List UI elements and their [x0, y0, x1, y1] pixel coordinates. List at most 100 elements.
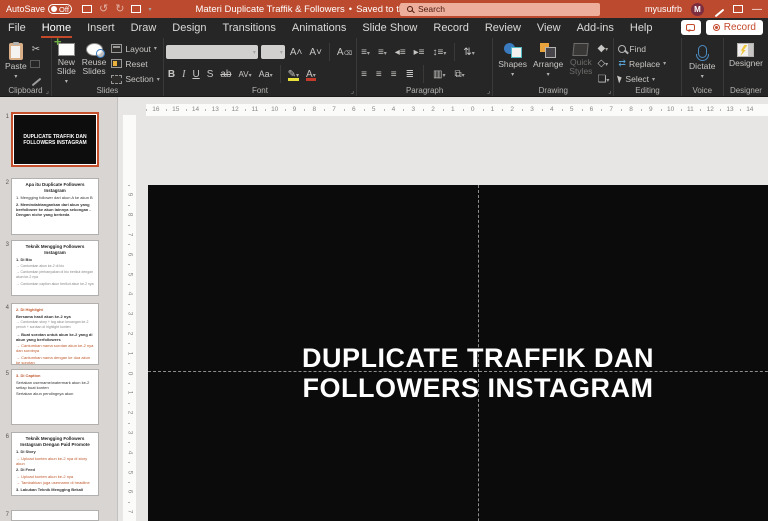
layout-button[interactable]: Layout ▾	[109, 42, 161, 56]
cut-icon[interactable]: ✂	[30, 44, 42, 55]
text-highlight-color-button[interactable]: ✎▾	[286, 69, 301, 80]
slide-thumbnail-5[interactable]: 3. Di CaptionSertakan username/watermark…	[11, 369, 99, 425]
drawing-dialog-launcher-icon[interactable]: ⌟	[608, 87, 611, 95]
slide-thumbnail-4[interactable]: 2. Di HighlightBersama hasil akun ke-2 n…	[11, 303, 99, 365]
font-name-combobox[interactable]: ▾	[166, 45, 258, 59]
dictate-button[interactable]: Dictate ▾	[686, 41, 718, 84]
strikethrough-button[interactable]: ab	[218, 69, 233, 80]
thumbnail-title: Teknik Mengging Followers Instagram	[16, 244, 94, 255]
line-spacing-button[interactable]: ↕≡▾	[431, 47, 449, 58]
new-slide-button[interactable]: New Slide ▾	[54, 41, 79, 89]
clipboard-dialog-launcher-icon[interactable]: ⌟	[46, 87, 49, 95]
redo-icon[interactable]: ↻	[115, 4, 124, 14]
undo-icon[interactable]: ↺	[99, 4, 108, 14]
minimize-button[interactable]: —	[752, 4, 762, 15]
slide-thumbnail-6[interactable]: Teknik Mengging Followers Instagram Deng…	[11, 432, 99, 496]
text-shadow-button[interactable]: S	[205, 69, 216, 80]
shape-effects-icon[interactable]: ❏▾	[595, 74, 611, 85]
search-input[interactable]: Search	[400, 3, 600, 16]
tab-slide-show[interactable]: Slide Show	[354, 18, 425, 38]
character-spacing-button[interactable]: AV▾	[237, 70, 254, 79]
customize-qat-chevron-icon[interactable]: ▾	[148, 6, 151, 13]
autosave-switch[interactable]: Off	[48, 4, 72, 14]
horizontal-ruler: 1615141312111098765432101234567891011121…	[146, 104, 768, 116]
numbering-button[interactable]: ≡▾	[376, 47, 389, 58]
shapes-chevron-icon: ▾	[511, 71, 514, 80]
replace-button[interactable]: ⇄ Replace ▾	[616, 57, 678, 71]
comments-button[interactable]	[681, 20, 701, 35]
decrease-indent-button[interactable]: ◂≡	[393, 47, 408, 58]
bold-button[interactable]: B	[166, 69, 177, 80]
tab-view[interactable]: View	[529, 18, 569, 38]
save-icon[interactable]	[82, 5, 92, 13]
italic-button[interactable]: I	[180, 69, 187, 80]
shape-outline-icon[interactable]: ◇▾	[595, 58, 611, 69]
quick-styles-button[interactable]: Quick Styles	[566, 41, 595, 78]
slide-canvas[interactable]: DUPLICATE TRAFFIK DAN FOLLOWERS INSTAGRA…	[148, 185, 768, 521]
tab-draw[interactable]: Draw	[123, 18, 165, 38]
underline-button[interactable]: U	[190, 69, 201, 80]
paragraph-dialog-launcher-icon[interactable]: ⌟	[487, 87, 490, 95]
tab-animations[interactable]: Animations	[284, 18, 354, 38]
replace-label: Replace	[629, 59, 660, 69]
paste-button[interactable]: Paste ▾	[2, 41, 30, 84]
tab-transitions[interactable]: Transitions	[215, 18, 284, 38]
align-center-button[interactable]: ≡	[374, 69, 384, 80]
tab-review[interactable]: Review	[477, 18, 529, 38]
tab-design[interactable]: Design	[164, 18, 214, 38]
font-dialog-launcher-icon[interactable]: ⌟	[351, 87, 354, 95]
avatar[interactable]: M	[691, 3, 704, 16]
ribbon-display-options-icon[interactable]	[733, 5, 743, 13]
align-left-button[interactable]: ≡	[359, 69, 369, 80]
autosave-toggle[interactable]: AutoSave Off	[6, 4, 72, 14]
change-case-button[interactable]: Aa▾	[257, 69, 275, 79]
tab-record[interactable]: Record	[425, 18, 476, 38]
layout-label: Layout	[125, 44, 151, 54]
paragraph-group: ≡▾ ≡▾ ◂≡ ▸≡ ↕≡▾ ⇅▾ ≡ ≡ ≡ ≣ ▥▾ ⧉▾ Paragra…	[357, 38, 493, 96]
format-painter-icon[interactable]	[30, 73, 39, 82]
designer-group-label: Designer	[724, 86, 768, 95]
font-size-combobox[interactable]: ▾	[261, 45, 285, 59]
decrease-font-size-button[interactable]: A˅	[307, 47, 324, 58]
slide-number: 5	[0, 369, 11, 425]
columns-button[interactable]: ▥▾	[431, 69, 447, 80]
slide-number: 1	[0, 112, 11, 167]
designer-button[interactable]: Designer	[726, 41, 766, 70]
slide-thumbnail-2[interactable]: Apa itu Duplicate Followers Instagram1. …	[11, 178, 99, 235]
tab-insert[interactable]: Insert	[79, 18, 123, 38]
convert-smartart-button[interactable]: ⧉▾	[452, 69, 466, 80]
slide-title-textbox[interactable]: DUPLICATE TRAFFIK DAN FOLLOWERS INSTAGRA…	[148, 185, 768, 521]
drawing-group: Shapes ▾ Arrange ▾ Quick Styles ◆▾ ◇▾ ❏▾…	[493, 38, 614, 96]
shapes-button[interactable]: Shapes ▾	[495, 41, 530, 82]
slide-thumbnail-1[interactable]: DUPLICATE TRAFFIK DANFOLLOWERS INSTAGRAM	[11, 112, 99, 167]
reset-button[interactable]: Reset	[109, 57, 161, 71]
text-direction-button[interactable]: ⇅▾	[461, 47, 476, 58]
select-button[interactable]: Select ▾	[616, 72, 678, 86]
arrange-button[interactable]: Arrange ▾	[530, 41, 566, 82]
reuse-slides-button[interactable]: Reuse Slides	[79, 41, 110, 78]
clipboard-small-buttons: ✂	[30, 41, 42, 85]
username-label[interactable]: myusufrb	[645, 4, 682, 14]
find-button[interactable]: Find	[616, 42, 678, 56]
ruler-tick: 0	[463, 104, 483, 116]
tab-help[interactable]: Help	[622, 18, 661, 38]
increase-indent-button[interactable]: ▸≡	[412, 47, 427, 58]
tab-file[interactable]: File	[0, 18, 34, 38]
shape-fill-icon[interactable]: ◆▾	[595, 43, 611, 54]
start-slideshow-icon[interactable]	[131, 5, 141, 13]
clear-formatting-button[interactable]: A⌫	[335, 47, 354, 58]
bullets-button[interactable]: ≡▾	[359, 47, 372, 58]
ink-pen-icon[interactable]	[713, 4, 724, 15]
copy-icon[interactable]	[30, 60, 40, 68]
tab-add-ins[interactable]: Add-ins	[569, 18, 622, 38]
section-button[interactable]: Section ▾	[109, 72, 161, 86]
arrange-chevron-icon: ▾	[547, 71, 550, 80]
increase-font-size-button[interactable]: A˄	[288, 47, 305, 58]
record-button[interactable]: Record	[706, 20, 763, 35]
slide-thumbnail-7[interactable]	[11, 510, 99, 521]
reuse-slides-label: Reuse Slides	[82, 58, 107, 76]
font-color-button[interactable]: A▾	[304, 69, 318, 80]
justify-button[interactable]: ≣	[404, 69, 416, 80]
slide-thumbnail-3[interactable]: Teknik Mengging Followers Instagram1. Di…	[11, 240, 99, 296]
align-right-button[interactable]: ≡	[389, 69, 399, 80]
